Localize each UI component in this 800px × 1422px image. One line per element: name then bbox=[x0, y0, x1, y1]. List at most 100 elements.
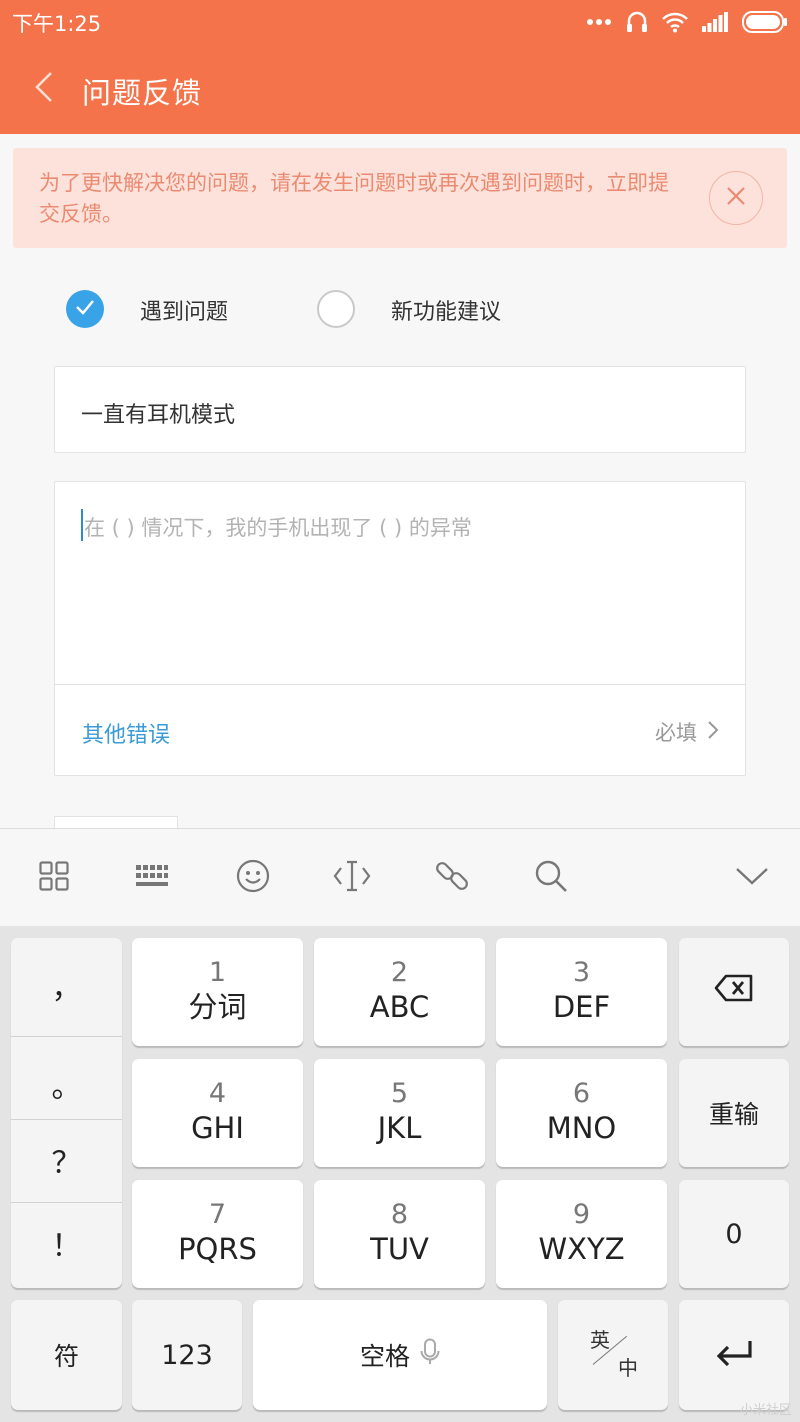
key-letters: JKL bbox=[377, 1111, 422, 1145]
status-icons bbox=[586, 8, 788, 36]
punct-key-exclaim[interactable]: ！ bbox=[11, 1201, 122, 1284]
status-time: 下午1:25 bbox=[12, 12, 102, 36]
link-icon bbox=[434, 858, 470, 898]
signal-icon bbox=[702, 12, 728, 32]
headphone-icon bbox=[626, 10, 648, 34]
key-2[interactable]: 2 ABC bbox=[314, 938, 485, 1046]
hide-keyboard-button[interactable] bbox=[732, 858, 772, 898]
text-cursor-icon bbox=[333, 860, 371, 896]
key-letters: TUV bbox=[370, 1232, 429, 1266]
symbols-key[interactable]: 符 bbox=[11, 1300, 122, 1410]
search-icon bbox=[534, 859, 568, 897]
feedback-title-input[interactable]: 一直有耳机模式 bbox=[54, 366, 746, 453]
wifi-icon bbox=[662, 11, 688, 33]
punct-key-period[interactable]: 。 bbox=[11, 1042, 122, 1125]
punctuation-column: ， 。 ？ ！ bbox=[11, 938, 122, 1288]
numbers-key[interactable]: 123 bbox=[132, 1300, 242, 1410]
backspace-icon bbox=[714, 974, 754, 1006]
punct-key-question[interactable]: ？ bbox=[11, 1118, 122, 1201]
lang-en-label: 英 bbox=[590, 1328, 610, 1352]
numbers-label: 123 bbox=[161, 1339, 213, 1371]
punct-divider bbox=[11, 1036, 122, 1037]
retype-label: 重输 bbox=[708, 1100, 759, 1129]
key-8[interactable]: 8 TUV bbox=[314, 1180, 485, 1288]
key-number: 3 bbox=[572, 957, 591, 988]
description-placeholder: 在 ( ) 情况下，我的手机出现了 ( ) 的异常 bbox=[84, 516, 472, 540]
tip-text: 为了更快解决您的问题，请在发生问题时或再次遇到问题时，立即提交反馈。 bbox=[39, 171, 669, 226]
enter-key[interactable] bbox=[679, 1300, 789, 1410]
emoji-button[interactable] bbox=[233, 858, 273, 898]
watermark: 小米社区 bbox=[739, 1403, 792, 1418]
key-number: 4 bbox=[208, 1078, 227, 1109]
symbols-label: 符 bbox=[53, 1342, 79, 1371]
zero-label: 0 bbox=[725, 1218, 743, 1250]
cursor-edit-button[interactable] bbox=[332, 858, 372, 898]
radio-suggestion-label[interactable]: 新功能建议 bbox=[391, 294, 501, 326]
key-3[interactable]: 3 DEF bbox=[496, 938, 667, 1046]
key-letters: PQRS bbox=[178, 1232, 257, 1266]
key-number: 7 bbox=[208, 1199, 227, 1230]
lang-zh-label: 中 bbox=[618, 1356, 638, 1380]
key-number: 8 bbox=[390, 1199, 409, 1230]
tip-banner: 为了更快解决您的问题，请在发生问题时或再次遇到问题时，立即提交反馈。 bbox=[13, 148, 787, 248]
back-button[interactable] bbox=[26, 68, 62, 110]
keyboard-switch-button[interactable] bbox=[132, 858, 172, 898]
t9-keyboard: ， 。 ？ ！ 1 分词 2 ABC 3 DEF 4 GHI 5 JKL 6 M… bbox=[0, 926, 800, 1422]
radio-problem-label[interactable]: 遇到问题 bbox=[140, 294, 228, 326]
tip-close-button[interactable] bbox=[709, 171, 763, 225]
key-number: 5 bbox=[390, 1078, 409, 1109]
category-label: 其他错误 bbox=[82, 723, 171, 748]
key-4[interactable]: 4 GHI bbox=[132, 1059, 303, 1167]
space-key[interactable]: 空格 bbox=[253, 1300, 547, 1410]
key-letters: GHI bbox=[191, 1111, 244, 1145]
page-title: 问题反馈 bbox=[82, 76, 203, 110]
language-switch-key[interactable]: 英 中 bbox=[558, 1300, 668, 1410]
feedback-title-value: 一直有耳机模式 bbox=[81, 403, 236, 428]
key-0[interactable]: 0 bbox=[679, 1180, 789, 1288]
close-icon bbox=[726, 186, 746, 210]
key-6[interactable]: 6 MNO bbox=[496, 1059, 667, 1167]
keyboard-toolbar bbox=[0, 828, 800, 926]
radio-suggestion[interactable] bbox=[317, 290, 355, 328]
title-bar: 问题反馈 bbox=[0, 44, 800, 134]
backspace-key[interactable] bbox=[679, 938, 789, 1046]
text-caret bbox=[81, 509, 83, 541]
key-letters: ABC bbox=[369, 990, 430, 1024]
key-number: 2 bbox=[390, 957, 409, 988]
clipboard-link-button[interactable] bbox=[432, 858, 472, 898]
key-letters: MNO bbox=[546, 1111, 617, 1145]
keyboard-icon bbox=[135, 863, 169, 893]
key-9[interactable]: 9 WXYZ bbox=[496, 1180, 667, 1288]
key-number: 9 bbox=[572, 1199, 591, 1230]
key-1[interactable]: 1 分词 bbox=[132, 938, 303, 1046]
punct-key-comma[interactable]: ， bbox=[11, 943, 122, 1026]
retype-key[interactable]: 重输 bbox=[679, 1059, 789, 1167]
emoji-icon bbox=[236, 859, 270, 897]
space-label-group: 空格 bbox=[360, 1337, 440, 1373]
chevron-down-icon bbox=[735, 866, 769, 890]
key-number: 6 bbox=[572, 1078, 591, 1109]
status-bar: 下午1:25 bbox=[0, 0, 800, 44]
grid-menu-button[interactable] bbox=[34, 858, 74, 898]
category-required: 必填 bbox=[655, 721, 697, 745]
battery-icon bbox=[742, 11, 788, 33]
feedback-description-input[interactable]: 在 ( ) 情况下，我的手机出现了 ( ) 的异常 bbox=[54, 481, 746, 684]
key-letters: DEF bbox=[552, 990, 611, 1024]
chevron-right-icon bbox=[707, 720, 719, 744]
category-selector[interactable]: 其他错误 必填 bbox=[54, 684, 746, 776]
feedback-type-group: 遇到问题 新功能建议 bbox=[0, 288, 800, 330]
key-letters: 分词 bbox=[188, 990, 247, 1024]
grid-icon bbox=[39, 861, 69, 895]
search-button[interactable] bbox=[531, 858, 571, 898]
key-number: 1 bbox=[208, 957, 227, 988]
key-5[interactable]: 5 JKL bbox=[314, 1059, 485, 1167]
microphone-icon bbox=[420, 1338, 440, 1372]
chevron-left-icon bbox=[34, 71, 54, 107]
check-icon bbox=[75, 299, 95, 319]
more-dots-icon bbox=[586, 18, 612, 26]
enter-icon bbox=[714, 1338, 754, 1372]
space-label: 空格 bbox=[359, 1342, 410, 1371]
key-letters: WXYZ bbox=[538, 1232, 625, 1266]
radio-problem[interactable] bbox=[66, 290, 104, 328]
key-7[interactable]: 7 PQRS bbox=[132, 1180, 303, 1288]
